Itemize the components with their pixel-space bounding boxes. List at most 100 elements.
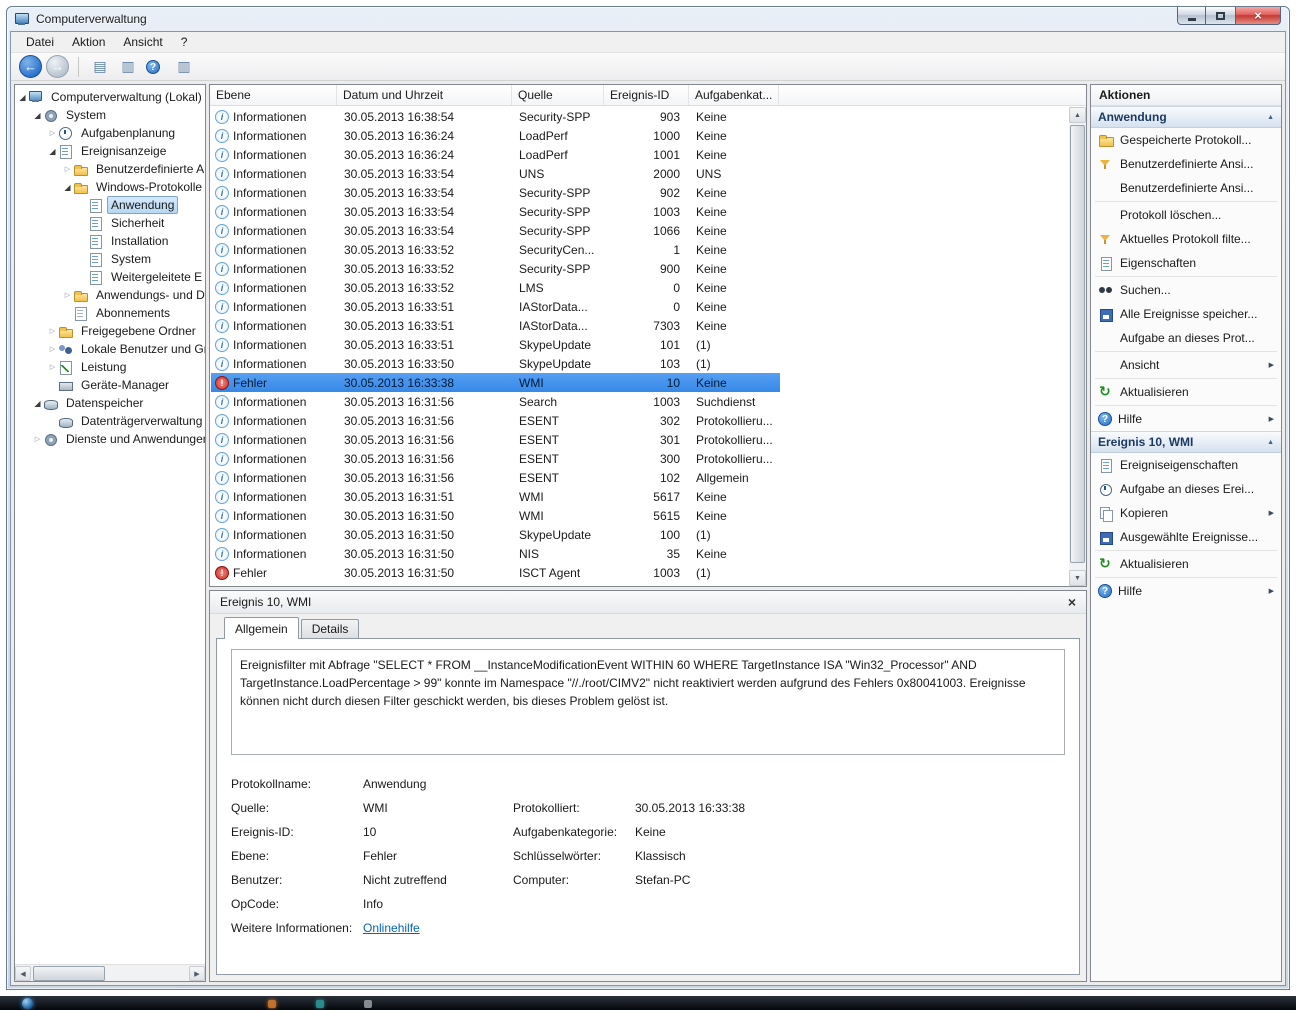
tree-item-system[interactable]: System — [15, 250, 205, 268]
scroll-up-button[interactable]: ▲ — [1069, 107, 1086, 123]
collapse-icon[interactable]: ◢ — [32, 111, 43, 120]
action-aktualisieren[interactable]: Aktualisieren — [1091, 552, 1281, 576]
action-hilfe[interactable]: Hilfe ▶ — [1091, 407, 1281, 431]
tree-item-lokale-benutzer-und-gr[interactable]: ▷ Lokale Benutzer und Gr — [15, 340, 205, 358]
action-gespeicherte-protokoll[interactable]: Gespeicherte Protokoll... — [1091, 128, 1281, 152]
action-ansicht[interactable]: Ansicht ▶ — [1091, 353, 1281, 377]
action-pane-toggle-button[interactable]: ▥ — [172, 56, 196, 78]
event-row[interactable]: i Informationen 30.05.2013 16:33:51 SkypeUp… — [211, 335, 780, 354]
column-header-aufgabenkat[interactable]: Aufgabenkat... — [689, 85, 779, 105]
taskbar-item[interactable] — [268, 1000, 276, 1008]
online-help-link[interactable]: Onlinehilfe — [363, 921, 513, 935]
tab-allgemein[interactable]: Allgemein — [224, 617, 299, 639]
start-button[interactable] — [22, 998, 33, 1009]
scroll-thumb[interactable] — [33, 966, 105, 981]
expand-icon[interactable]: ▷ — [62, 291, 73, 299]
tree-item-datenspeicher[interactable]: ◢ Datenspeicher — [15, 394, 205, 412]
action-aufgabe-an-dieses-prot[interactable]: Aufgabe an dieses Prot... — [1091, 326, 1281, 350]
tree-item-leistung[interactable]: ▷ Leistung — [15, 358, 205, 376]
event-row[interactable]: i Informationen 30.05.2013 16:33:51 IAStorD… — [211, 316, 780, 335]
tree-item-anwendung[interactable]: Anwendung — [15, 196, 205, 214]
action-suchen[interactable]: Suchen... — [1091, 278, 1281, 302]
tree-item-benutzerdefinierte-a[interactable]: ▷ Benutzerdefinierte A — [15, 160, 205, 178]
event-row[interactable]: i Informationen 30.05.2013 16:33:54 UNS 2000… — [211, 164, 780, 183]
tree-item-windows-protokolle[interactable]: ◢ Windows-Protokolle — [15, 178, 205, 196]
event-row[interactable]: i Informationen 30.05.2013 16:33:52 Securit… — [211, 240, 780, 259]
event-row[interactable]: i Informationen 30.05.2013 16:33:54 Securit… — [211, 183, 780, 202]
tab-details[interactable]: Details — [300, 619, 360, 638]
scroll-thumb[interactable] — [1070, 125, 1085, 563]
tree-item-aufgabenplanung[interactable]: ▷ Aufgabenplanung — [15, 124, 205, 142]
close-button[interactable]: × — [1235, 7, 1281, 25]
event-row[interactable]: i Informationen 30.05.2013 16:36:24 LoadPer… — [211, 126, 780, 145]
tree-item-computerverwaltung-lokal[interactable]: ◢ Computerverwaltung (Lokal) — [15, 88, 205, 106]
action-benutzerdefinierte-ansi[interactable]: Benutzerdefinierte Ansi... — [1091, 152, 1281, 176]
help-button[interactable] — [144, 56, 168, 78]
event-row[interactable]: i Informationen 30.05.2013 16:31:50 SkypeUp… — [211, 525, 780, 544]
tree-horizontal-scrollbar[interactable]: ◀ ▶ — [15, 964, 205, 981]
event-row[interactable]: i Informationen 30.05.2013 16:36:24 LoadPer… — [211, 145, 780, 164]
maximize-button[interactable] — [1206, 7, 1235, 25]
action-ereigniseigenschaften[interactable]: Ereigniseigenschaften — [1091, 453, 1281, 477]
action-ausgewählte-ereignisse[interactable]: Ausgewählte Ereignisse... — [1091, 525, 1281, 549]
action-kopieren[interactable]: Kopieren ▶ — [1091, 501, 1281, 525]
tree-item-geräte-manager[interactable]: Geräte-Manager — [15, 376, 205, 394]
action-alle-ereignisse-speicher[interactable]: Alle Ereignisse speicher... — [1091, 302, 1281, 326]
event-row[interactable]: i Informationen 30.05.2013 16:33:54 Securit… — [211, 202, 780, 221]
tree-item-installation[interactable]: Installation — [15, 232, 205, 250]
column-header-quelle[interactable]: Quelle — [512, 85, 604, 105]
collapse-icon[interactable]: ◢ — [47, 147, 58, 156]
column-header-ebene[interactable]: Ebene — [210, 85, 337, 105]
titlebar[interactable]: Computerverwaltung × — [7, 7, 1289, 31]
expand-icon[interactable]: ▷ — [47, 345, 58, 353]
action-protokoll-löschen[interactable]: Protokoll löschen... — [1091, 203, 1281, 227]
event-row[interactable]: i Informationen 30.05.2013 16:33:50 SkypeUp… — [211, 354, 780, 373]
collapse-icon[interactable]: ◢ — [32, 399, 43, 408]
tree-item-ereignisanzeige[interactable]: ◢ Ereignisanzeige — [15, 142, 205, 160]
expand-icon[interactable]: ▷ — [47, 327, 58, 335]
event-row[interactable]: i Informationen 30.05.2013 16:33:52 Securit… — [211, 259, 780, 278]
event-row[interactable]: i Informationen 30.05.2013 16:31:56 ESENT 30… — [211, 449, 780, 468]
tree-item-dienste-und-anwendungen[interactable]: ▷ Dienste und Anwendungen — [15, 430, 205, 448]
collapse-icon[interactable]: ◢ — [17, 93, 28, 102]
tree-item-anwendungs-und-d[interactable]: ▷ Anwendungs- und D — [15, 286, 205, 304]
tree-item-abonnements[interactable]: Abonnements — [15, 304, 205, 322]
tree-item-sicherheit[interactable]: Sicherheit — [15, 214, 205, 232]
scroll-down-button[interactable]: ▼ — [1069, 570, 1086, 586]
event-row[interactable]: i Informationen 30.05.2013 16:33:52 LMS 0 Kei… — [211, 278, 780, 297]
events-vertical-scrollbar[interactable]: ▲ ▼ — [1069, 107, 1086, 586]
column-header-ereignis-id[interactable]: Ereignis-ID — [604, 85, 689, 105]
event-row[interactable]: i Informationen 30.05.2013 16:31:51 WMI 5617… — [211, 487, 780, 506]
taskbar-item[interactable] — [316, 1000, 324, 1008]
action-aktualisieren[interactable]: Aktualisieren — [1091, 380, 1281, 404]
menu-datei[interactable]: Datei — [17, 32, 63, 52]
forward-button[interactable]: → — [46, 55, 69, 78]
tree-item-system[interactable]: ◢ System — [15, 106, 205, 124]
taskbar[interactable] — [0, 996, 1296, 1010]
menu-ansicht[interactable]: Ansicht — [114, 32, 171, 52]
event-row[interactable]: i Informationen 30.05.2013 16:31:50 WMI 5615… — [211, 506, 780, 525]
event-row[interactable]: i Informationen 30.05.2013 16:31:56 ESENT 30… — [211, 411, 780, 430]
collapse-icon[interactable]: ◢ — [62, 183, 73, 192]
event-row[interactable]: i Informationen 30.05.2013 16:38:54 Securit… — [211, 107, 780, 126]
scroll-left-button[interactable]: ◀ — [15, 966, 31, 981]
action-aufgabe-an-dieses-erei[interactable]: Aufgabe an dieses Erei... — [1091, 477, 1281, 501]
tree-item-weitergeleitete-e[interactable]: Weitergeleitete E — [15, 268, 205, 286]
event-row[interactable]: ! Fehler 30.05.2013 16:31:50 ISCT Agent 1003… — [211, 563, 780, 582]
back-button[interactable]: ← — [19, 55, 42, 78]
action-hilfe[interactable]: Hilfe ▶ — [1091, 579, 1281, 603]
action-aktuelles-protokoll-filte[interactable]: Aktuelles Protokoll filte... — [1091, 227, 1281, 251]
event-row[interactable]: ! Fehler 30.05.2013 16:33:38 WMI 10 Keine — [211, 373, 780, 392]
event-row[interactable]: i Informationen 30.05.2013 16:33:54 Securit… — [211, 221, 780, 240]
taskbar-item[interactable] — [364, 1000, 372, 1008]
expand-icon[interactable]: ▷ — [47, 363, 58, 371]
event-row[interactable]: i Informationen 30.05.2013 16:31:50 NIS 35 Ke… — [211, 544, 780, 563]
actions-section-anwendung[interactable]: Anwendung ▲ — [1091, 106, 1281, 128]
action-eigenschaften[interactable]: Eigenschaften — [1091, 251, 1281, 275]
actions-section-ereignis-10-wmi[interactable]: Ereignis 10, WMI ▲ — [1091, 431, 1281, 453]
event-row[interactable]: i Informationen 30.05.2013 16:31:56 ESENT 10… — [211, 468, 780, 487]
event-row[interactable]: i Informationen 30.05.2013 16:31:56 ESENT 30… — [211, 430, 780, 449]
expand-icon[interactable]: ▷ — [32, 435, 43, 443]
column-header-datum-und-uhrzeit[interactable]: Datum und Uhrzeit — [337, 85, 512, 105]
event-row[interactable]: i Informationen 30.05.2013 16:33:51 IAStorD… — [211, 297, 780, 316]
